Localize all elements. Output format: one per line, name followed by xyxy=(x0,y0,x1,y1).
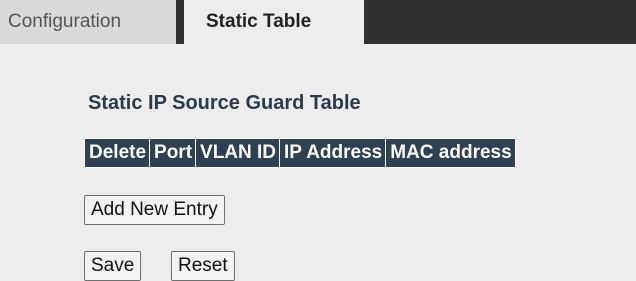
tab-static-table[interactable]: Static Table xyxy=(184,0,364,44)
save-button[interactable]: Save xyxy=(84,251,142,281)
tab-bar: Configuration Static Table xyxy=(0,0,636,44)
column-header-port: Port xyxy=(150,139,196,167)
add-new-entry-button[interactable]: Add New Entry xyxy=(84,195,225,225)
tab-bar-fill xyxy=(364,0,636,44)
tab-divider xyxy=(176,0,184,44)
static-ip-source-guard-table: Delete Port VLAN ID IP Address MAC addre… xyxy=(84,138,516,168)
page-title: Static IP Source Guard Table xyxy=(88,92,361,114)
reset-button[interactable]: Reset xyxy=(171,251,235,281)
column-header-ip-address: IP Address xyxy=(280,139,386,167)
column-header-delete: Delete xyxy=(85,139,150,167)
table-header-row: Delete Port VLAN ID IP Address MAC addre… xyxy=(85,139,515,167)
column-header-mac-address: MAC address xyxy=(386,139,515,167)
tab-configuration[interactable]: Configuration xyxy=(0,0,176,44)
column-header-vlan-id: VLAN ID xyxy=(196,139,280,167)
